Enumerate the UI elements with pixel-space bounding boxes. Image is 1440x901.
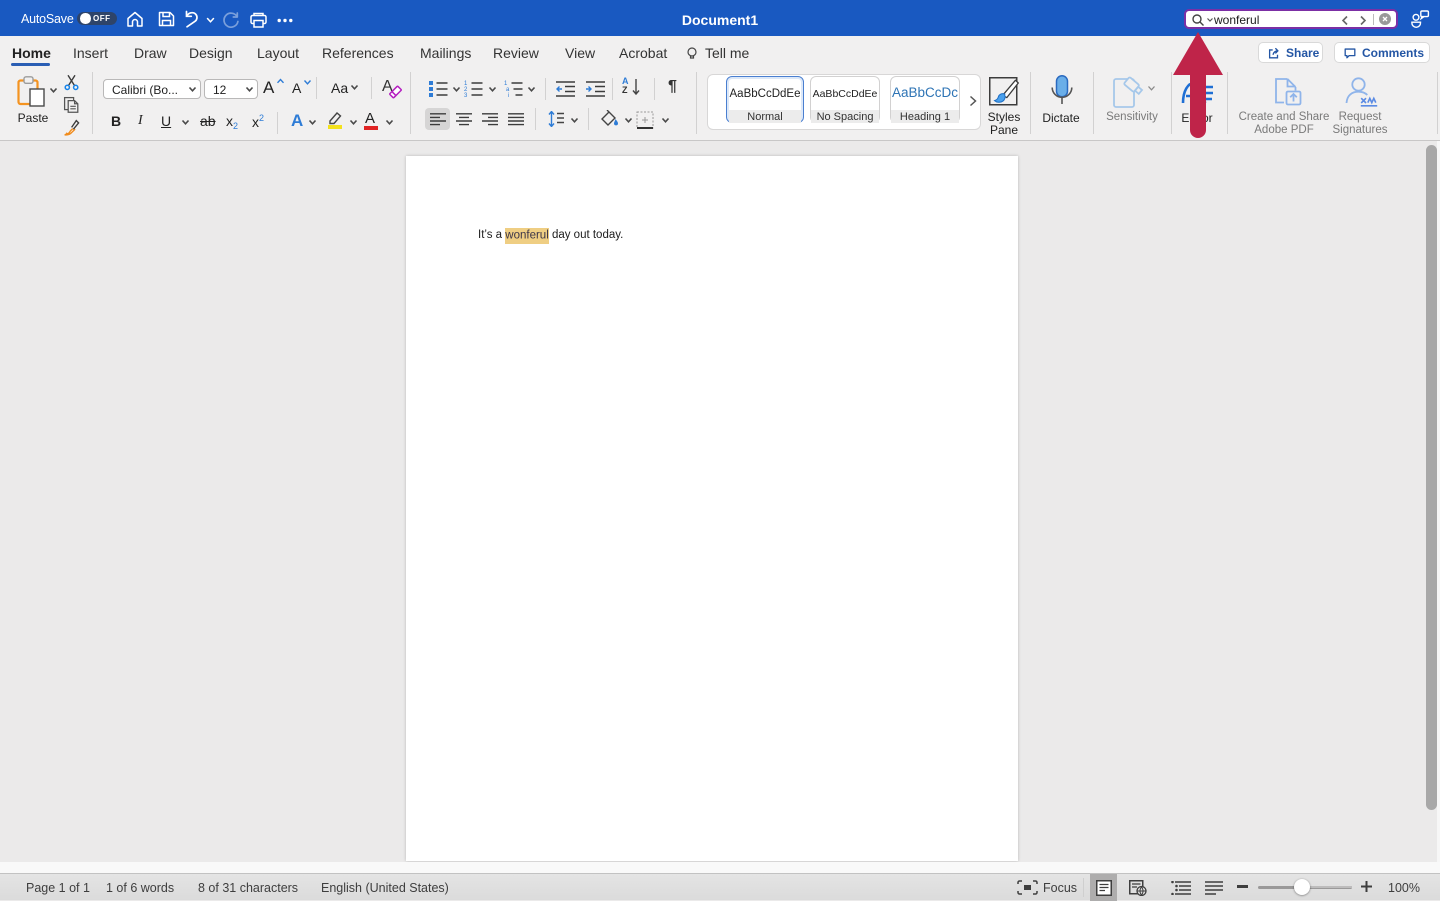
svg-text:3: 3: [464, 93, 468, 98]
svg-text:i: i: [508, 93, 509, 98]
